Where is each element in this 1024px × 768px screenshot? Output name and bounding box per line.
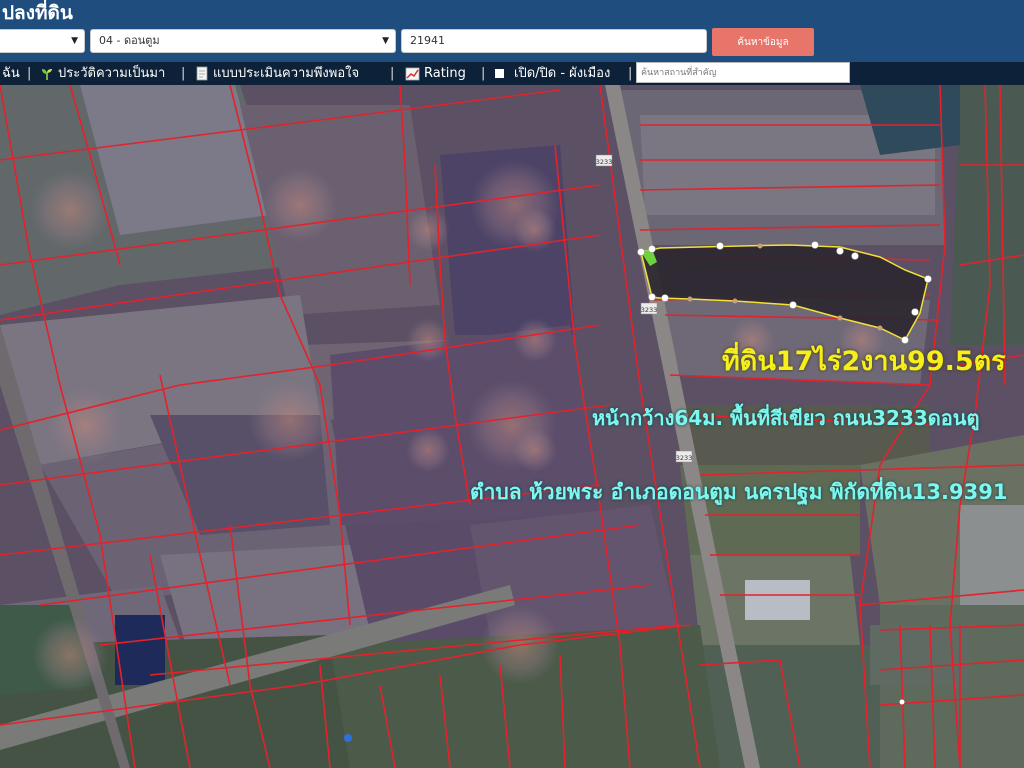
toolbar-divider: | bbox=[481, 66, 486, 81]
toolbar-survey-label: แบบประเมินความพึงพอใจ bbox=[213, 66, 360, 81]
checkbox-icon bbox=[495, 69, 504, 78]
toolbar-divider: | bbox=[390, 66, 395, 81]
chevron-down-icon: ▼ bbox=[382, 36, 389, 46]
document-icon bbox=[196, 66, 208, 81]
chart-icon bbox=[405, 67, 420, 80]
toolbar: ฉัน | ประวัติความเป็นมา | แบบประเมินความ… bbox=[0, 62, 1024, 85]
overlay-text-frontage: หน้ากว้าง64ม. พื้นที่สีเขียว ถนน3233ดอนต… bbox=[592, 406, 980, 430]
overlay-text-location: ตำบล ห้วยพระ อำเภอดอนตูม นครปฐม พิกัดที่… bbox=[470, 480, 1008, 504]
parcel-number-input[interactable]: 21941 bbox=[401, 29, 707, 53]
toolbar-divider: | bbox=[27, 66, 32, 81]
parcel-number-value: 21941 bbox=[410, 34, 445, 47]
toolbar-divider: | bbox=[181, 66, 186, 81]
place-search-input[interactable] bbox=[636, 62, 850, 83]
toolbar-item-rating[interactable]: Rating bbox=[405, 63, 466, 84]
search-button[interactable]: ค้นหาข้อมูล bbox=[712, 28, 814, 56]
toolbar-item-history[interactable]: ประวัติความเป็นมา bbox=[40, 63, 165, 84]
toolbar-item-survey[interactable]: แบบประเมินความพึงพอใจ bbox=[195, 63, 359, 84]
toolbar-item-0[interactable]: ฉัน bbox=[2, 63, 20, 84]
toolbar-cityplan-label: เปิด/ปิด - ผังเมือง bbox=[514, 66, 611, 81]
page-title: ปลงที่ดิน bbox=[2, 2, 73, 24]
district-select[interactable]: 04 - ดอนตูม ▼ bbox=[90, 29, 396, 53]
road-label-3: 3233 bbox=[676, 454, 693, 462]
chevron-down-icon: ▼ bbox=[71, 36, 78, 46]
province-select[interactable]: ▼ bbox=[0, 29, 85, 53]
road-label-2: 3233 bbox=[641, 306, 658, 314]
toolbar-history-label: ประวัติความเป็นมา bbox=[58, 66, 166, 81]
toolbar-rating-label: Rating bbox=[424, 66, 466, 81]
overlay-text-area: ที่ดิน17ไร่2งาน99.5ตร bbox=[722, 346, 1006, 377]
sprout-icon bbox=[42, 68, 52, 80]
header-bar: ปลงที่ดิน ▼ 04 - ดอนตูม ▼ 21941 ค้นหาข้อ… bbox=[0, 0, 1024, 62]
district-select-value: 04 - ดอนตูม bbox=[99, 34, 160, 47]
road-label-1: 3233 bbox=[596, 158, 613, 166]
toolbar-divider: | bbox=[628, 66, 633, 81]
toolbar-item-cityplan[interactable]: เปิด/ปิด - ผังเมือง bbox=[495, 63, 610, 84]
